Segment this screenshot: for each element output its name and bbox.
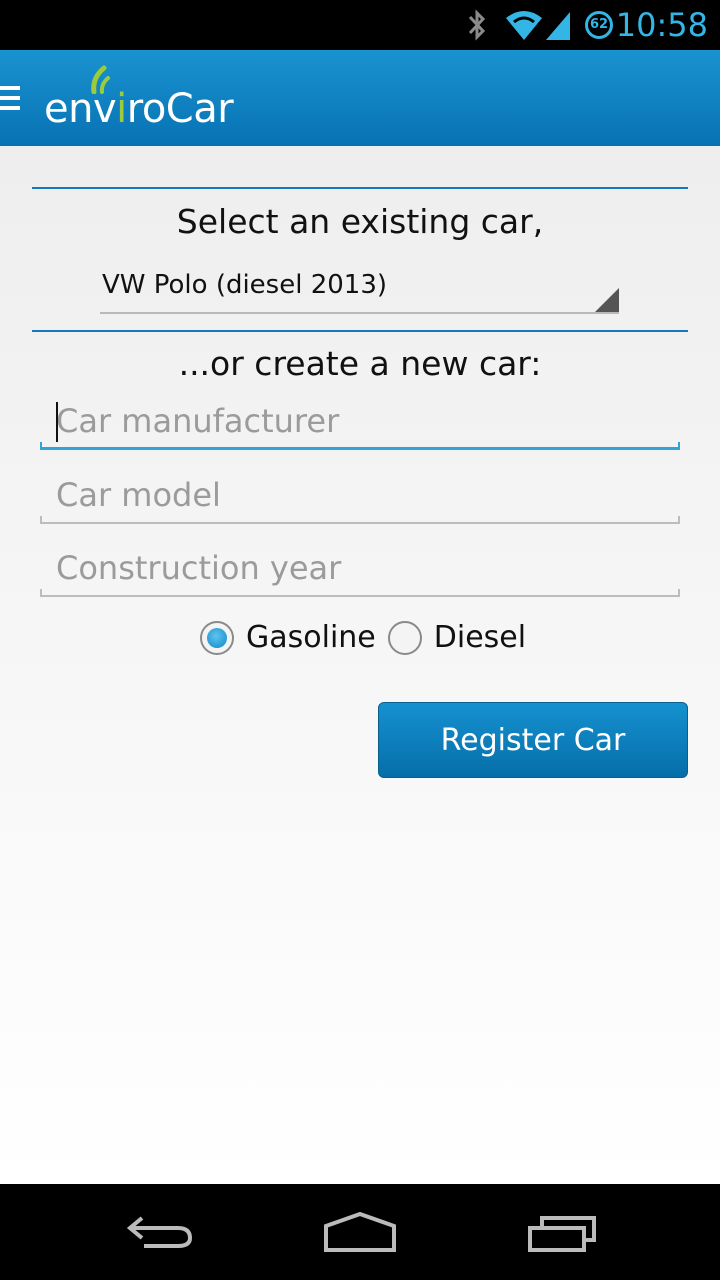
recent-apps-icon[interactable]: [526, 1212, 598, 1254]
signal-arc-icon: [91, 65, 110, 94]
app-logo[interactable]: enviroCar: [44, 65, 234, 132]
fuel-radio-group: Gasoline Diesel: [200, 620, 538, 660]
menu-icon[interactable]: [0, 86, 20, 112]
create-car-label: ...or create a new car:: [178, 344, 542, 383]
field-tick: [678, 442, 680, 450]
navigation-bar: [0, 1184, 720, 1280]
car-spinner[interactable]: VW Polo (diesel 2013): [100, 266, 619, 314]
register-car-button[interactable]: Register Car: [378, 702, 688, 778]
model-input[interactable]: [40, 470, 680, 520]
gasoline-label[interactable]: Gasoline: [246, 620, 376, 655]
middle-divider: [32, 330, 688, 332]
field-tick: [40, 516, 42, 524]
model-field[interactable]: [40, 470, 680, 524]
back-icon[interactable]: [124, 1212, 196, 1252]
signal-icon: [546, 12, 570, 40]
field-tick: [678, 516, 680, 524]
field-tick: [40, 442, 42, 450]
field-underline: [40, 447, 680, 450]
gasoline-radio[interactable]: [200, 620, 234, 655]
field-tick: [40, 589, 42, 597]
year-input[interactable]: [40, 543, 680, 593]
home-icon[interactable]: [322, 1212, 398, 1252]
top-divider: [32, 187, 688, 189]
register-car-form: Select an existing car, VW Polo (diesel …: [0, 146, 720, 1184]
field-underline: [40, 522, 680, 524]
manufacturer-field[interactable]: [40, 396, 680, 450]
field-tick: [678, 589, 680, 597]
select-car-label: Select an existing car,: [176, 202, 544, 241]
bluetooth-icon: [468, 9, 486, 41]
status-clock: 10:58: [615, 6, 708, 44]
dropdown-arrow-icon: [595, 288, 619, 312]
text-cursor: [56, 402, 58, 442]
diesel-radio[interactable]: [387, 620, 422, 655]
action-bar: enviroCar: [0, 50, 720, 146]
year-field[interactable]: [40, 543, 680, 597]
manufacturer-input[interactable]: [40, 396, 680, 446]
battery-icon: 62: [585, 11, 613, 39]
field-underline: [40, 595, 680, 597]
logo-text-i: i: [116, 86, 127, 132]
selected-car-value: VW Polo (diesel 2013): [102, 270, 388, 300]
logo-text-end: roCar: [126, 86, 234, 132]
diesel-label[interactable]: Diesel: [434, 620, 526, 655]
wifi-icon: [506, 11, 542, 40]
status-bar: 62 10:58: [0, 0, 720, 50]
